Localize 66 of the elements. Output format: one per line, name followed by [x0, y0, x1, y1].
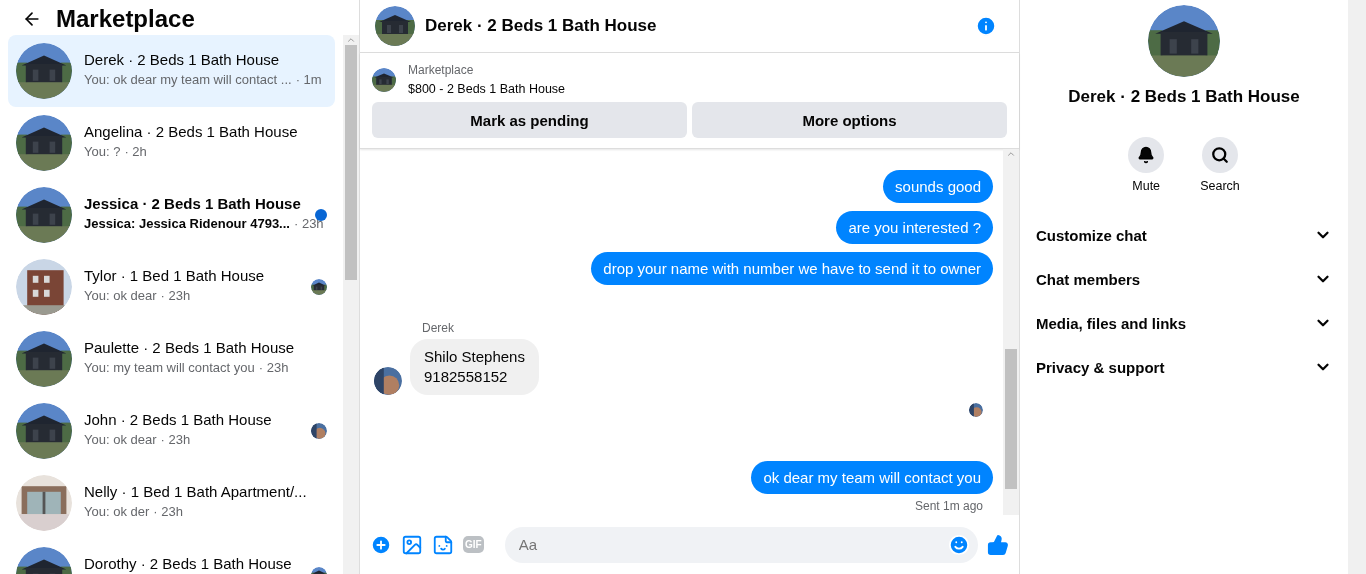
- scrollbar[interactable]: [343, 35, 359, 574]
- scroll-up-icon[interactable]: [1006, 149, 1016, 159]
- message-time: · 23h: [293, 216, 324, 231]
- action-button[interactable]: Mark as pending: [372, 102, 687, 138]
- conversation-name: John · 2 Beds 1 Bath House: [84, 411, 273, 428]
- conversation-item[interactable]: Tylor · 1 Bed 1 Bath House You: ok dear · 23h: [8, 251, 335, 323]
- conversation-name: Angelina · 2 Beds 1 Bath House: [84, 123, 299, 140]
- mute-button[interactable]: [1128, 137, 1165, 173]
- message-preview: You: my team will contact you: [84, 360, 255, 375]
- conversation-item[interactable]: Jessica · 2 Beds 1 Bath House Jessica: Jessica Ridenour 4793... · 23h: [8, 179, 335, 251]
- settings-section[interactable]: Privacy & support: [1036, 345, 1332, 389]
- message-preview: Jessica: Jessica Ridenour 4793...: [84, 216, 290, 231]
- received-message: Shilo Stephens 9182558152: [410, 339, 539, 395]
- sticker-icon[interactable]: [432, 533, 454, 556]
- message-preview: You: ?: [84, 144, 121, 159]
- scrollbar[interactable]: [1003, 149, 1019, 515]
- listing-source: Marketplace: [408, 63, 475, 77]
- conversation-item[interactable]: Angelina · 2 Beds 1 Bath House You: ? · 2h: [8, 107, 335, 179]
- settings-section[interactable]: Customize chat: [1036, 213, 1332, 257]
- conversation-name: Paulette · 2 Beds 1 Bath House: [84, 339, 296, 356]
- settings-section[interactable]: Media, files and links: [1036, 301, 1332, 345]
- conversation-item[interactable]: John · 2 Beds 1 Bath House You: ok dear · 23h: [8, 395, 335, 467]
- message-time: · 2h: [124, 144, 147, 159]
- chat-title: Derek · 2 Beds 1 Bath House: [425, 16, 658, 36]
- conversation-name: Dorothy · 2 Beds 1 Bath House: [84, 555, 293, 572]
- search-icon: [1211, 146, 1229, 164]
- message-time: · 23h: [160, 288, 191, 303]
- listing-title: $800 - 2 Beds 1 Bath House: [408, 82, 566, 96]
- conversation-item[interactable]: Derek · 2 Beds 1 Bath House You: ok dear my team will contact ... · 1m: [8, 35, 335, 107]
- action-label: Mute: [1132, 179, 1161, 193]
- conversation-name: Jessica · 2 Beds 1 Bath House: [84, 195, 302, 212]
- message-time: · 23h: [160, 432, 191, 447]
- message-preview: You: ok dear my team will contact ...: [84, 72, 292, 87]
- conversation-item[interactable]: Dorothy · 2 Beds 1 Bath House: [8, 539, 335, 574]
- conversation-name: Derek · 2 Beds 1 Bath House: [84, 51, 281, 68]
- message-preview: You: ok dear: [84, 432, 157, 447]
- message-preview: You: ok der: [84, 504, 150, 519]
- sent-message: drop your name with number we have to send it to owner: [591, 252, 993, 285]
- sender-name: Derek: [421, 321, 455, 335]
- message-time: · 23h: [153, 504, 183, 519]
- conversation-item[interactable]: Nelly · 1 Bed 1 Bath Apartment/... You: ok der · 23h: [8, 467, 335, 539]
- action-button[interactable]: More options: [692, 102, 1007, 138]
- action-label: Search: [1200, 179, 1240, 193]
- message-preview: You: ok dear: [84, 288, 157, 303]
- conversation-name: Nelly · 1 Bed 1 Bath Apartment/...: [84, 483, 308, 500]
- message-time: · 1m: [295, 72, 322, 87]
- scroll-up-icon[interactable]: [346, 35, 356, 45]
- emoji-icon[interactable]: [948, 533, 970, 556]
- message-input[interactable]: Aa: [516, 535, 948, 554]
- conversation-title: Derek · 2 Beds 1 Bath House: [1068, 87, 1300, 107]
- thumbs-up-icon[interactable]: [987, 533, 1009, 556]
- conversation-name: Tylor · 1 Bed 1 Bath House: [84, 267, 266, 284]
- image-icon[interactable]: [401, 533, 423, 556]
- conversation-item[interactable]: Paulette · 2 Beds 1 Bath House You: my team will contact you · 23h: [8, 323, 335, 395]
- add-icon[interactable]: [370, 533, 392, 556]
- message-time: · 23h: [258, 360, 289, 375]
- bell-icon: [1137, 146, 1156, 164]
- settings-section[interactable]: Chat members: [1036, 257, 1332, 301]
- page-title: Marketplace: [56, 5, 195, 33]
- message-field[interactable]: Aa: [504, 526, 978, 563]
- message-status: Sent 1m ago: [914, 499, 983, 513]
- search-button[interactable]: [1202, 137, 1238, 173]
- sent-message: sounds good: [883, 170, 993, 203]
- sent-message: are you interested ?: [836, 211, 993, 244]
- sent-message: ok dear my team will contact you: [751, 461, 993, 494]
- info-icon[interactable]: [975, 15, 997, 37]
